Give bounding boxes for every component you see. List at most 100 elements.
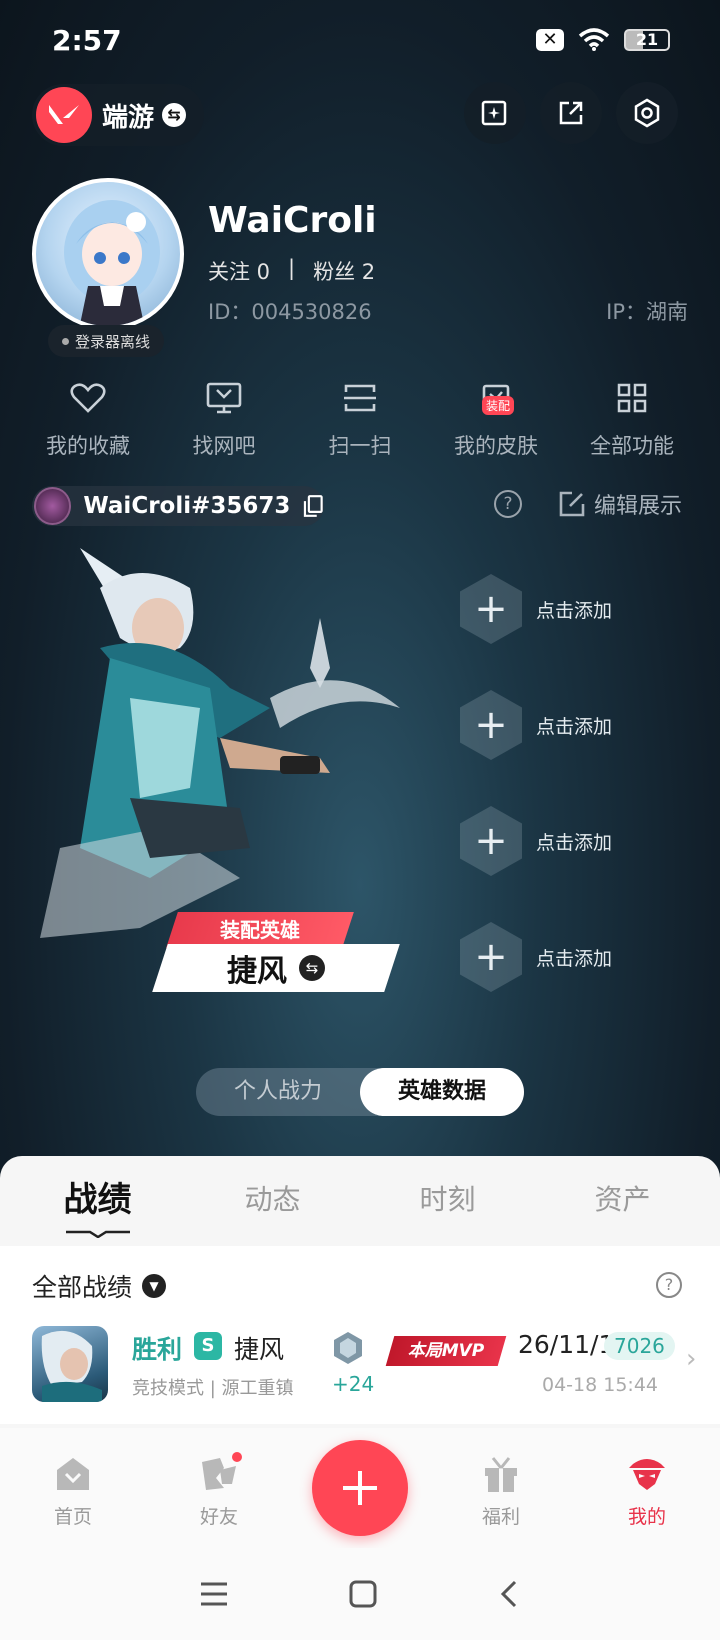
wifi-icon — [578, 28, 610, 51]
chevron-right-icon: › — [686, 1344, 697, 1374]
agent-thumbnail — [32, 1326, 108, 1402]
monitor-icon — [204, 378, 244, 418]
quick-action-skins[interactable]: 装配 我的皮肤 — [436, 378, 556, 460]
status-time: 2:57 — [52, 23, 122, 57]
skin-equip-badge: 装配 — [482, 396, 515, 415]
copy-icon[interactable] — [302, 494, 324, 518]
add-slot-label: 点击添加 — [536, 831, 613, 854]
tab-label: 动态 — [244, 1183, 301, 1216]
scan-icon — [340, 378, 380, 418]
plus-hex-icon: + — [460, 806, 522, 876]
quick-action-label: 扫一扫 — [328, 434, 392, 458]
status-bar: 2:57 ✕ 21 — [0, 0, 720, 80]
match-result: 胜利 — [132, 1335, 183, 1364]
tab-label: 战绩 — [63, 1180, 132, 1220]
match-record-row[interactable]: 胜利 S 捷风 竞技模式 | 源工重镇 +24 本局MVP 26/11/1 70… — [0, 1322, 720, 1406]
system-nav-bar — [0, 1548, 720, 1640]
ip-location: IP：湖南 — [606, 300, 688, 324]
edit-display-label: 编辑展示 — [594, 494, 683, 519]
quick-action-all-features[interactable]: 全部功能 — [572, 378, 692, 460]
nav-label: 首页 — [53, 1506, 92, 1528]
ai-card-button[interactable] — [464, 82, 526, 144]
rank-emblem-icon — [334, 1332, 362, 1364]
home-square-icon[interactable] — [348, 1579, 378, 1609]
valorant-logo-icon — [36, 87, 92, 143]
add-slot-label: 点击添加 — [536, 715, 613, 738]
records-filter-label: 全部战绩 — [32, 1273, 133, 1302]
equipped-hero-tag: 装配英雄 — [166, 912, 354, 948]
nav-friends[interactable]: 好友 — [164, 1428, 274, 1548]
user-id: ID：004530826 — [208, 300, 372, 324]
segment-hero-data[interactable]: 英雄数据 — [360, 1068, 524, 1116]
menu-icon[interactable] — [199, 1581, 229, 1607]
share-button[interactable] — [540, 82, 602, 144]
add-slot-label: 点击添加 — [536, 599, 613, 622]
match-kda: 26/11/1 — [518, 1330, 615, 1359]
add-slot[interactable]: + 点击添加 — [460, 690, 612, 760]
tab-label: 资产 — [594, 1183, 651, 1216]
match-mode: 竞技模式 | 源工重镇 — [132, 1378, 294, 1399]
quick-actions: 我的收藏 找网吧 扫一扫 装配 我的皮肤 全部功能 — [0, 378, 720, 460]
riot-id: WaiCroli#35673 — [83, 493, 291, 519]
settings-button[interactable] — [616, 82, 678, 144]
tab-indicator — [65, 1230, 130, 1238]
riot-avatar — [34, 487, 72, 525]
nav-label: 我的 — [627, 1506, 666, 1528]
avatar[interactable] — [32, 178, 184, 330]
edit-display-button[interactable]: 编辑展示 — [558, 488, 682, 520]
follow-stats: 关注 0 | 粉丝 2 — [208, 256, 375, 286]
tab-assets[interactable]: 资产 — [553, 1168, 693, 1240]
records-filter[interactable]: 全部战绩 ▼ — [32, 1268, 167, 1304]
add-slot[interactable]: + 点击添加 — [460, 574, 612, 644]
tab-feed[interactable]: 动态 — [203, 1168, 343, 1240]
swap-hero-icon: ⇆ — [299, 955, 325, 981]
records-help-icon[interactable]: ? — [656, 1272, 682, 1298]
launcher-offline-badge: 登录器离线 — [48, 325, 165, 357]
offline-label: 登录器离线 — [75, 332, 151, 351]
data-segment-control: 个人战力 英雄数据 — [196, 1068, 524, 1116]
quick-action-netcafe[interactable]: 找网吧 — [164, 378, 284, 460]
plus-hex-icon: + — [460, 922, 522, 992]
status-dot — [62, 337, 69, 345]
share-icon — [559, 101, 583, 125]
match-agent: 捷风 — [234, 1335, 285, 1364]
plus-icon — [343, 1471, 377, 1505]
nav-me[interactable]: 我的 — [592, 1428, 702, 1548]
tab-moments[interactable]: 时刻 — [378, 1168, 518, 1240]
quick-action-label: 全部功能 — [590, 434, 674, 458]
riot-id-pill[interactable]: WaiCroli#35673 — [32, 486, 324, 526]
segment-personal-power[interactable]: 个人战力 — [196, 1068, 360, 1116]
hero-name: 捷风 — [227, 954, 287, 989]
sparkle-card-icon — [481, 100, 507, 126]
plus-hex-icon: + — [460, 690, 522, 760]
add-slot[interactable]: + 点击添加 — [460, 922, 612, 992]
match-score: 7026 — [604, 1332, 675, 1360]
back-icon[interactable] — [497, 1579, 521, 1609]
create-post-button[interactable] — [312, 1440, 408, 1536]
nav-home[interactable]: 首页 — [18, 1428, 128, 1548]
username: WaiCroli — [208, 200, 377, 241]
mvp-label: 本局MVP — [407, 1341, 485, 1361]
game-name: 端游 — [102, 102, 155, 133]
quick-action-label: 我的皮肤 — [454, 434, 538, 458]
help-icon[interactable]: ? — [494, 490, 522, 518]
following-count[interactable]: 关注 0 — [208, 256, 270, 286]
nav-label: 福利 — [481, 1506, 520, 1528]
equipped-hero-selector[interactable]: 捷风 ⇆ — [152, 944, 400, 992]
close-notification-icon: ✕ — [536, 29, 564, 51]
fans-count[interactable]: 粉丝 2 — [313, 256, 375, 286]
quick-action-favorites[interactable]: 我的收藏 — [28, 378, 148, 460]
add-slot[interactable]: + 点击添加 — [460, 806, 612, 876]
grid-icon — [612, 378, 652, 418]
notification-dot — [230, 1450, 244, 1464]
quick-action-label: 我的收藏 — [46, 434, 130, 458]
nav-benefits[interactable]: 福利 — [446, 1428, 556, 1548]
equipped-hero-label: 装配英雄 — [220, 918, 300, 942]
tab-records[interactable]: 战绩 — [28, 1168, 168, 1240]
tab-label: 时刻 — [419, 1183, 476, 1216]
game-switcher[interactable]: 端游 ⇆ — [32, 84, 204, 146]
quick-action-scan[interactable]: 扫一扫 — [300, 378, 420, 460]
settings-hex-icon — [634, 98, 660, 128]
gift-icon — [485, 1457, 517, 1492]
me-icon — [629, 1459, 665, 1490]
